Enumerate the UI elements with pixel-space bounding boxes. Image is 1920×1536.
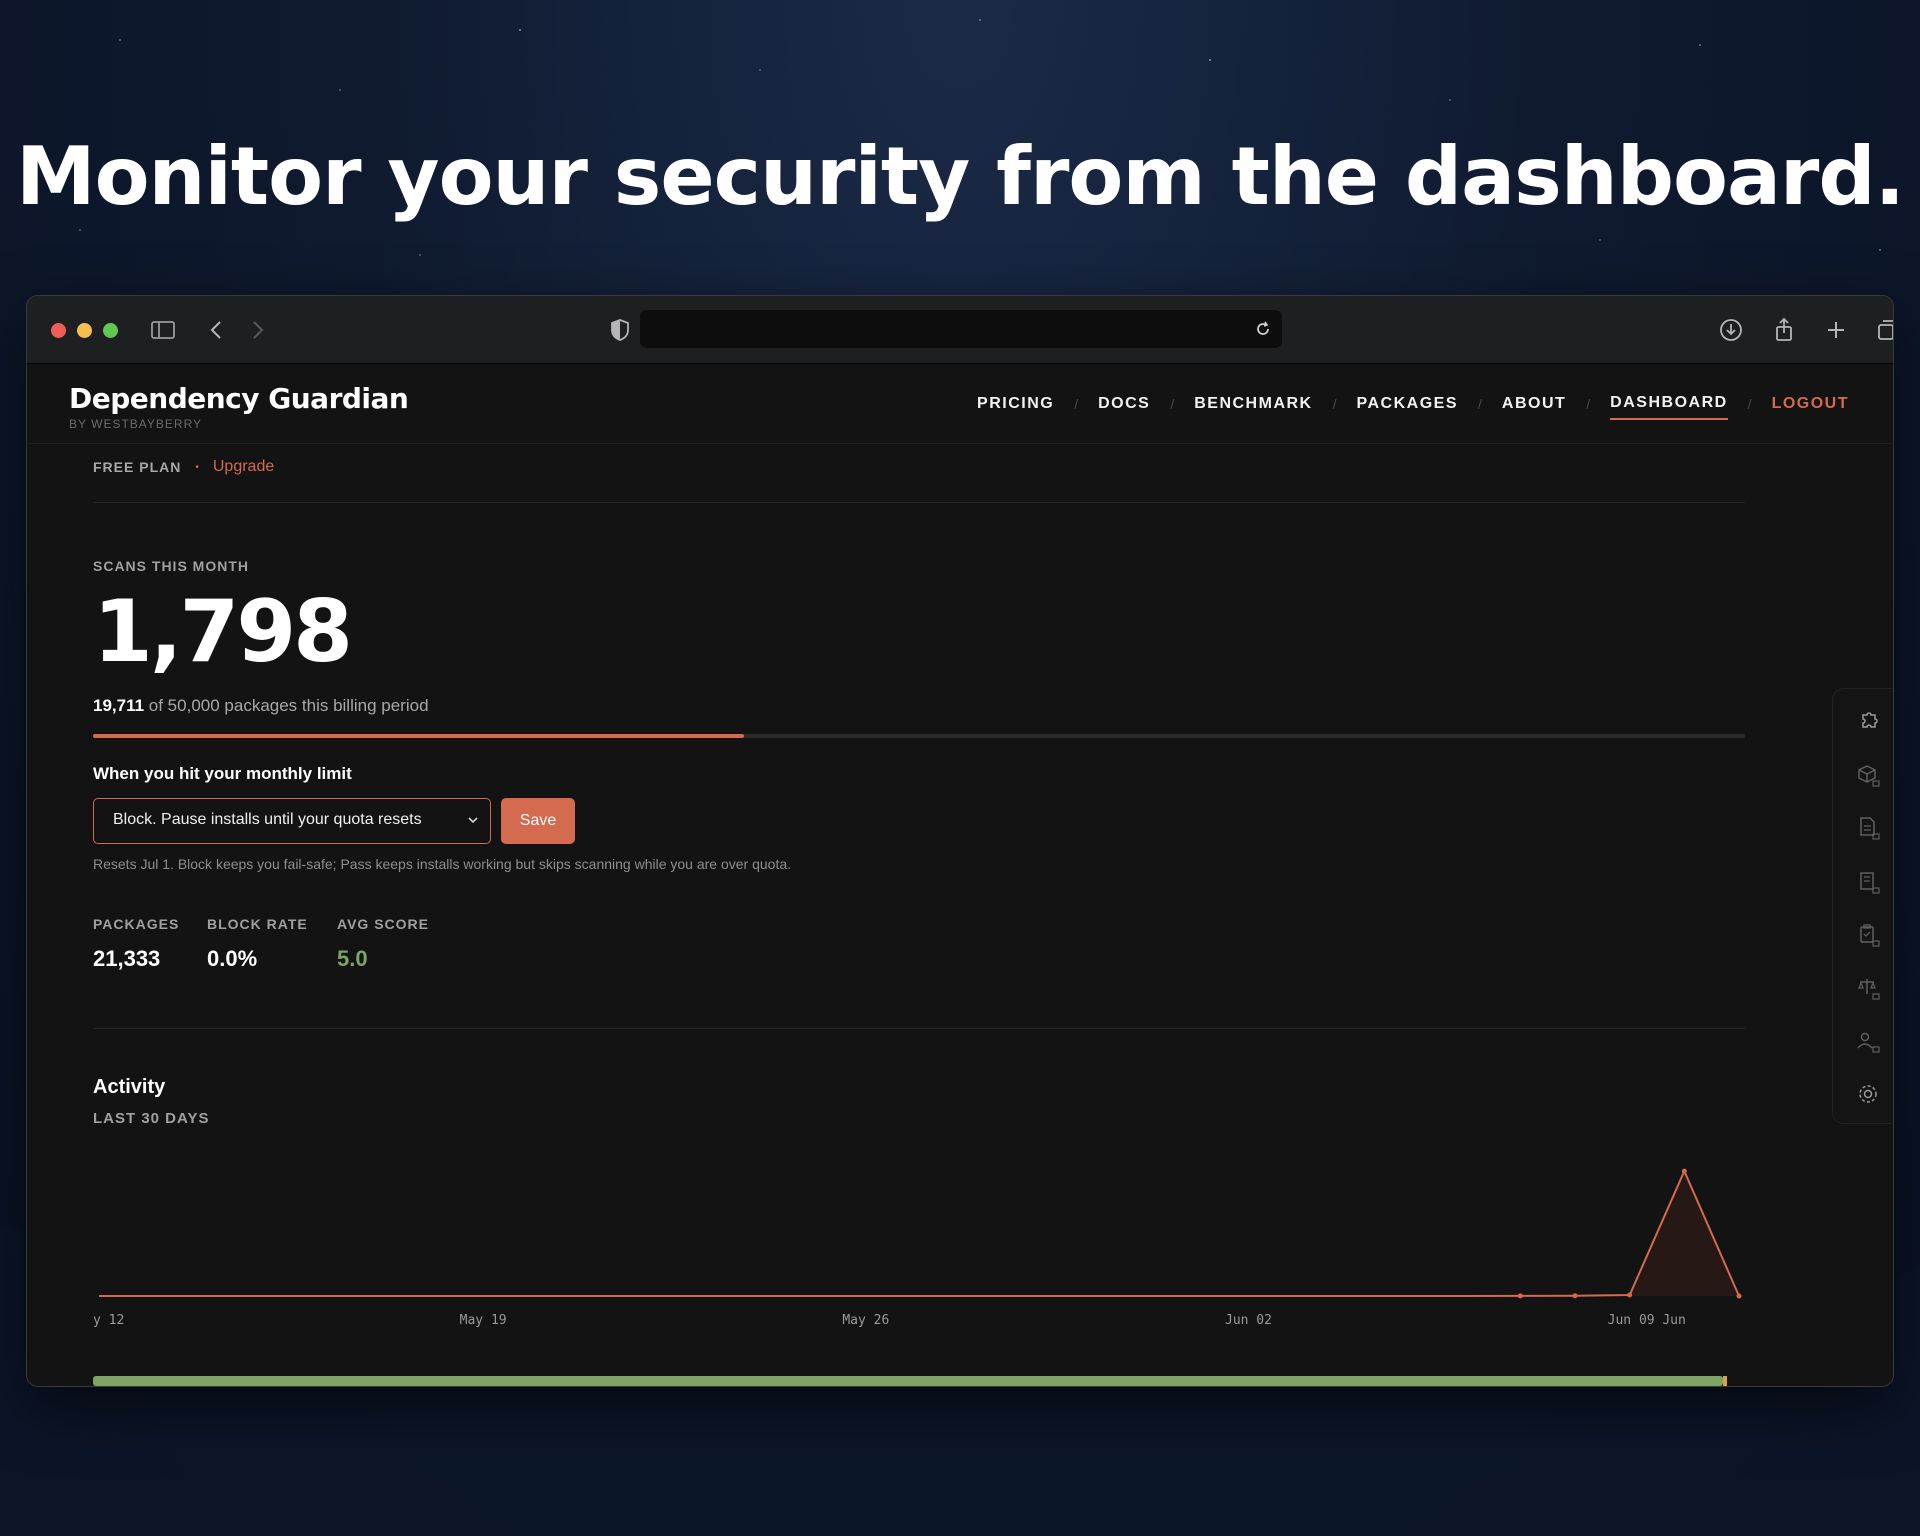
chart-x-tick-label: Jun 02 [1225, 1313, 1272, 1328]
scans-value: 1,798 [93, 582, 353, 682]
plan-row: FREE PLAN • Upgrade [93, 458, 274, 476]
browser-window: Dependency Guardian BY WESTBAYBERRY PRIC… [26, 295, 1894, 1387]
browser-titlebar [27, 296, 1893, 364]
brand-subtitle: BY WESTBAYBERRY [69, 417, 203, 431]
stat-packages: PACKAGES 21,333 [93, 916, 179, 972]
limit-action-selected: Block. Pause installs until your quota r… [113, 811, 422, 828]
chart-x-tick-label: y 12 [93, 1313, 124, 1328]
new-tab-plus-icon[interactable] [1822, 316, 1850, 344]
reload-icon[interactable] [1252, 318, 1274, 340]
chart-x-tick-label: May 26 [842, 1313, 889, 1328]
share-icon[interactable] [1770, 316, 1798, 344]
chart-point[interactable] [1627, 1292, 1633, 1298]
billing-used: 19,711 [93, 696, 145, 715]
settings-icon[interactable] [1855, 1081, 1881, 1107]
nav-separator: / [1586, 396, 1591, 412]
stat-value: 5.0 [337, 946, 368, 971]
divider [93, 1028, 1745, 1029]
activity-title: Activity [93, 1076, 166, 1098]
plan-separator: • [195, 461, 199, 473]
quota-progress-fill [93, 734, 744, 738]
nav-separator: / [1074, 396, 1079, 412]
bottom-bar-marker [1723, 1376, 1727, 1386]
chart-x-tick-label: Jun [1662, 1313, 1685, 1328]
nav-logout[interactable]: LOGOUT [1772, 395, 1849, 419]
chevron-down-icon [466, 813, 480, 827]
billing-usage: 19,711 of 50,000 packages this billing p… [93, 696, 429, 716]
quota-progress-bar [93, 734, 1745, 738]
hero-headline: Monitor your security from the dashboard… [15, 130, 1905, 223]
site-header: Dependency Guardian BY WESTBAYBERRY PRIC… [27, 364, 1893, 444]
stat-value: 21,333 [93, 946, 161, 971]
nav-about[interactable]: ABOUT [1502, 395, 1566, 419]
limit-label: When you hit your monthly limit [93, 764, 352, 783]
download-icon[interactable] [1717, 316, 1745, 344]
chart-point[interactable] [1736, 1293, 1742, 1299]
divider [93, 502, 1745, 503]
sidebar-toggle-icon[interactable] [149, 316, 177, 344]
users-lock-icon[interactable] [1855, 1028, 1881, 1054]
chart-series-line [99, 1168, 1740, 1297]
document-lock-icon[interactable] [1855, 815, 1881, 841]
activity-subtitle: LAST 30 DAYS [93, 1110, 210, 1127]
chart-point[interactable] [1681, 1168, 1687, 1174]
address-bar[interactable] [640, 310, 1282, 348]
package-lock-icon[interactable] [1855, 762, 1881, 788]
save-button[interactable]: Save [501, 798, 575, 844]
privacy-shield-icon[interactable] [606, 316, 634, 344]
nav-pricing[interactable]: PRICING [977, 395, 1054, 419]
nav-separator: / [1170, 396, 1175, 412]
bottom-status-bar [93, 1376, 1727, 1386]
side-rail [1832, 688, 1893, 1124]
activity-chart: y 12 May 19 May 26 Jun 02 Jun 09 Jun [93, 1168, 1742, 1328]
puzzle-icon[interactable] [1855, 709, 1881, 735]
stat-label: AVG SCORE [337, 916, 429, 932]
plan-label: FREE PLAN [93, 459, 182, 475]
upgrade-link[interactable]: Upgrade [213, 458, 274, 476]
nav-packages[interactable]: PACKAGES [1357, 395, 1459, 419]
nav-benchmark[interactable]: BENCHMARK [1194, 395, 1312, 419]
nav-separator: / [1478, 396, 1482, 412]
nav-dashboard[interactable]: DASHBOARD [1610, 394, 1728, 420]
billing-text: of 50,000 packages this billing period [144, 696, 429, 715]
stat-value: 0.0% [207, 946, 258, 971]
forward-arrow-icon[interactable] [243, 316, 271, 344]
nav-docs[interactable]: DOCS [1098, 395, 1150, 419]
chart-x-tick-label: May 19 [460, 1313, 507, 1328]
nav-separator: / [1332, 396, 1337, 412]
chart-x-tick-label: Jun 09 [1608, 1313, 1655, 1328]
limit-action-select[interactable]: Block. Pause installs until your quota r… [93, 798, 491, 844]
scale-lock-icon[interactable] [1855, 975, 1881, 1001]
clipboard-lock-icon[interactable] [1855, 922, 1881, 948]
reset-note: Resets Jul 1. Block keeps you fail-safe;… [93, 856, 792, 872]
bottom-bar-fill [93, 1376, 1723, 1386]
stat-label: PACKAGES [93, 916, 180, 932]
stat-block-rate: BLOCK RATE 0.0% [207, 916, 308, 972]
main-nav: PRICING / DOCS / BENCHMARK / PACKAGES / … [977, 394, 1849, 420]
minimize-window-button[interactable] [77, 323, 92, 338]
nav-separator: / [1747, 396, 1752, 412]
brand[interactable]: Dependency Guardian BY WESTBAYBERRY [69, 382, 409, 431]
tab-overview-icon[interactable] [1874, 316, 1893, 344]
building-lock-icon[interactable] [1855, 869, 1881, 895]
chart-area [99, 1171, 1739, 1296]
chart-point[interactable] [1517, 1293, 1523, 1299]
stat-label: BLOCK RATE [207, 916, 308, 932]
stat-avg-score: AVG SCORE 5.0 [337, 916, 429, 972]
zoom-window-button[interactable] [103, 323, 118, 338]
scans-label: SCANS THIS MONTH [93, 558, 249, 574]
chart-point[interactable] [1572, 1293, 1578, 1299]
back-arrow-icon[interactable] [203, 316, 231, 344]
brand-name: Dependency Guardian [69, 382, 409, 415]
close-window-button[interactable] [51, 323, 66, 338]
